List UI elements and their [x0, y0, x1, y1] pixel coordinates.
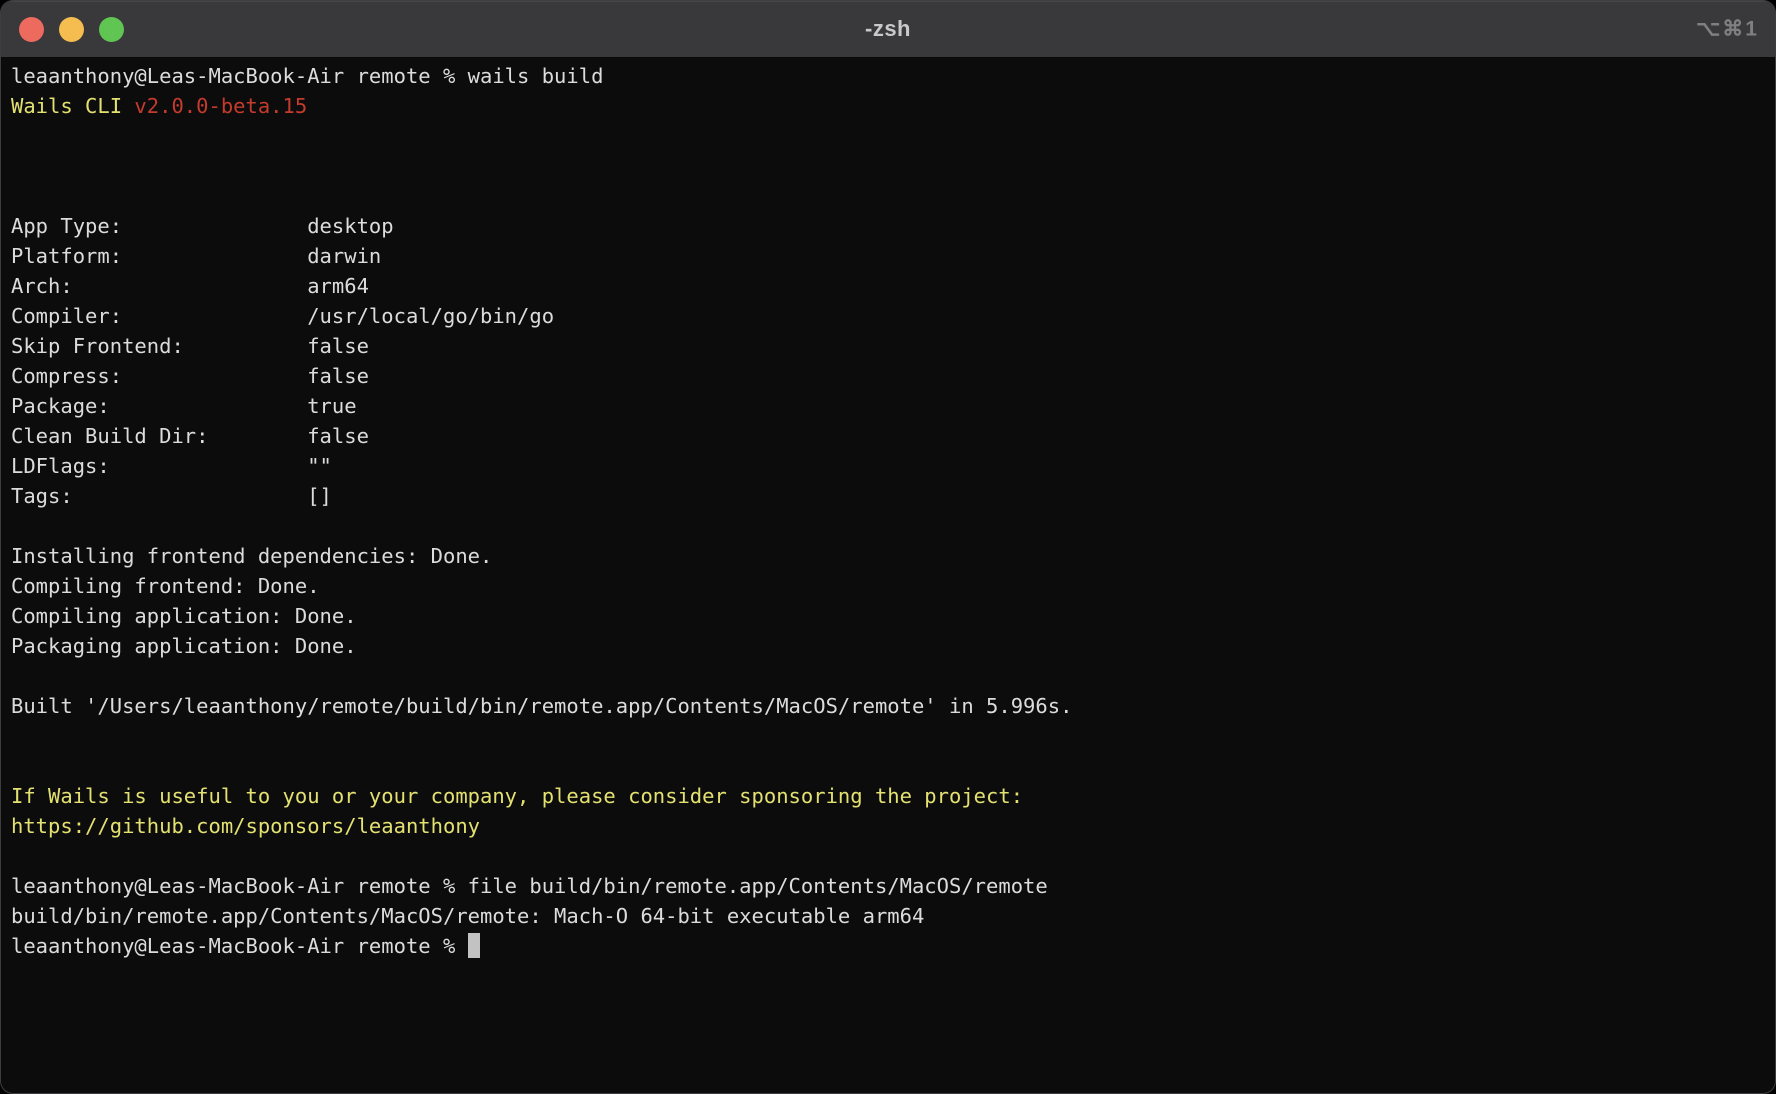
- terminal-line: [11, 751, 1765, 781]
- terminal-line: build/bin/remote.app/Contents/MacOS/remo…: [11, 901, 1765, 931]
- terminal-text: leaanthony@Leas-MacBook-Air remote % fil…: [11, 874, 1048, 898]
- terminal-line: [11, 511, 1765, 541]
- terminal-line: Wails CLI v2.0.0-beta.15: [11, 91, 1765, 121]
- terminal-line: Compiling frontend: Done.: [11, 571, 1765, 601]
- terminal-text: Installing frontend dependencies: Done.: [11, 544, 492, 568]
- terminal-text: v2.0.0-beta.15: [134, 94, 307, 118]
- terminal-line: [11, 121, 1765, 151]
- terminal-line: Arch: arm64: [11, 271, 1765, 301]
- terminal-text: Wails CLI: [11, 94, 134, 118]
- terminal-text: Packaging application: Done.: [11, 634, 357, 658]
- terminal-text: Compiler: /usr/local/go/bin/go: [11, 304, 554, 328]
- terminal-line: Packaging application: Done.: [11, 631, 1765, 661]
- terminal-line: Installing frontend dependencies: Done.: [11, 541, 1765, 571]
- terminal-text: leaanthony@Leas-MacBook-Air remote % wai…: [11, 64, 603, 88]
- window-title: -zsh: [1, 16, 1775, 42]
- zoom-button[interactable]: [99, 17, 124, 42]
- terminal-line: Compiler: /usr/local/go/bin/go: [11, 301, 1765, 331]
- terminal-cursor: [468, 933, 481, 958]
- terminal-line: App Type: desktop: [11, 211, 1765, 241]
- sponsor-url[interactable]: https://github.com/sponsors/leaanthony: [11, 814, 480, 838]
- tab-shortcut-badge: ⌥⌘1: [1696, 17, 1759, 42]
- terminal-line: Built '/Users/leaanthony/remote/build/bi…: [11, 691, 1765, 721]
- terminal-text: App Type: desktop: [11, 214, 394, 238]
- terminal-text: Clean Build Dir: false: [11, 424, 369, 448]
- terminal-text: build/bin/remote.app/Contents/MacOS/remo…: [11, 904, 924, 928]
- titlebar[interactable]: -zsh ⌥⌘1: [1, 1, 1775, 58]
- terminal-line: Package: true: [11, 391, 1765, 421]
- terminal-text: Built '/Users/leaanthony/remote/build/bi…: [11, 694, 1072, 718]
- terminal-line: [11, 151, 1765, 181]
- terminal-text: Tags: []: [11, 484, 332, 508]
- terminal-line: LDFlags: "": [11, 451, 1765, 481]
- terminal-text: Package: true: [11, 394, 357, 418]
- window-controls: [1, 17, 124, 42]
- terminal-text: Skip Frontend: false: [11, 334, 369, 358]
- terminal-text: If Wails is useful to you or your compan…: [11, 784, 1023, 808]
- terminal-text: Compress: false: [11, 364, 369, 388]
- terminal-line: leaanthony@Leas-MacBook-Air remote %: [11, 931, 1765, 961]
- terminal-text: leaanthony@Leas-MacBook-Air remote %: [11, 934, 468, 958]
- terminal-line: leaanthony@Leas-MacBook-Air remote % fil…: [11, 871, 1765, 901]
- close-button[interactable]: [19, 17, 44, 42]
- terminal-line: [11, 661, 1765, 691]
- terminal-line: leaanthony@Leas-MacBook-Air remote % wai…: [11, 61, 1765, 91]
- terminal-line: If Wails is useful to you or your compan…: [11, 781, 1765, 811]
- terminal-line: Tags: []: [11, 481, 1765, 511]
- terminal-line: Platform: darwin: [11, 241, 1765, 271]
- minimize-button[interactable]: [59, 17, 84, 42]
- terminal-line: Compress: false: [11, 361, 1765, 391]
- terminal-text: LDFlags: "": [11, 454, 332, 478]
- terminal-line: Compiling application: Done.: [11, 601, 1765, 631]
- terminal-text: Arch: arm64: [11, 274, 369, 298]
- terminal-text: Compiling frontend: Done.: [11, 574, 320, 598]
- terminal-screen[interactable]: leaanthony@Leas-MacBook-Air remote % wai…: [1, 58, 1775, 964]
- terminal-line: [11, 841, 1765, 871]
- terminal-line: https://github.com/sponsors/leaanthony: [11, 811, 1765, 841]
- terminal-text: Compiling application: Done.: [11, 604, 357, 628]
- terminal-line: Clean Build Dir: false: [11, 421, 1765, 451]
- terminal-window: -zsh ⌥⌘1 leaanthony@Leas-MacBook-Air rem…: [0, 0, 1776, 1094]
- terminal-line: [11, 721, 1765, 751]
- terminal-line: Skip Frontend: false: [11, 331, 1765, 361]
- terminal-text: Platform: darwin: [11, 244, 381, 268]
- terminal-line: [11, 181, 1765, 211]
